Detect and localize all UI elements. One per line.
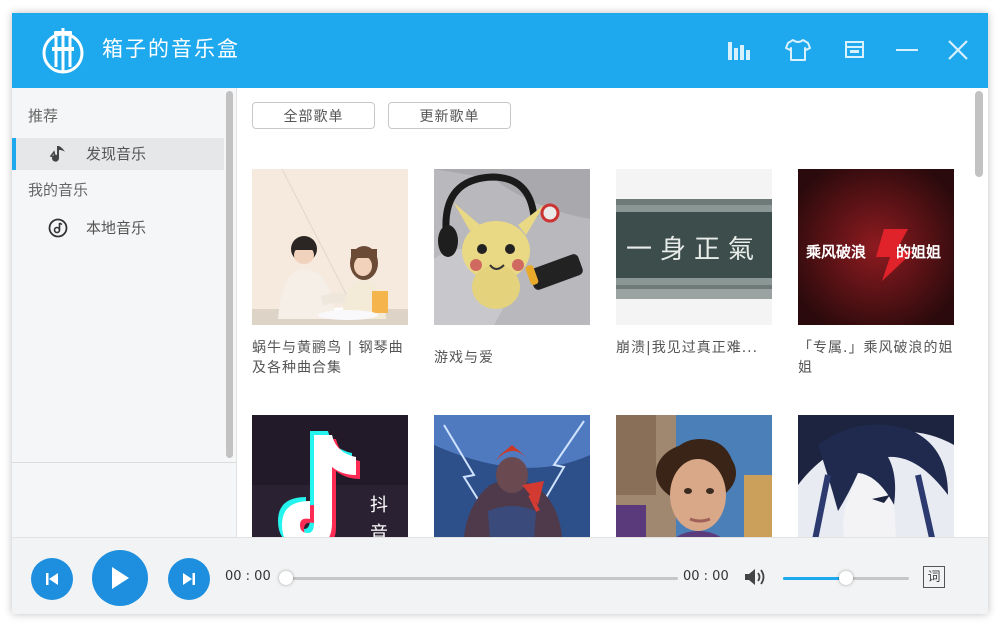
skip-previous-icon bbox=[46, 573, 58, 585]
playlist-cover bbox=[434, 415, 590, 537]
playlist-card[interactable]: 抖 音 bbox=[252, 415, 408, 537]
playlist-cover bbox=[616, 415, 772, 537]
playlist-title: 游戏与爱 bbox=[434, 350, 494, 366]
playlist-cover: 一身正氣 bbox=[616, 169, 772, 325]
douyin-text: 抖 bbox=[370, 495, 388, 516]
sidebar-item-discover-music[interactable]: 发现音乐 bbox=[12, 138, 224, 170]
sidebar-item-label: 本地音乐 bbox=[86, 219, 147, 237]
playlist-area: 全部歌单 更新歌单 蜗牛与黄鹂鸟 | 钢琴曲及各种曲合集 游戏与爱 一身正氣 崩… bbox=[238, 88, 988, 537]
playlist-card[interactable]: 一身正氣 崩溃|我见过真正难... bbox=[616, 169, 772, 378]
volume-button[interactable] bbox=[743, 566, 769, 588]
player-bar: 00 : 00 00 : 00 词 bbox=[12, 537, 988, 614]
playlist-title: 崩溃|我见过真正难... bbox=[616, 340, 759, 356]
updated-playlists-button[interactable]: 更新歌单 bbox=[388, 102, 511, 129]
equalizer-icon bbox=[728, 42, 750, 60]
equalizer-button[interactable] bbox=[725, 35, 755, 65]
current-time: 00 : 00 bbox=[225, 569, 271, 584]
minimize-restore-icon bbox=[845, 41, 864, 58]
show-logo-text: 乘风破浪 bbox=[805, 243, 866, 261]
disc-icon bbox=[48, 218, 68, 238]
play-icon bbox=[112, 567, 129, 589]
volume-handle[interactable] bbox=[839, 571, 853, 585]
main-scrollbar[interactable] bbox=[975, 91, 983, 177]
show-logo-text-b: 的姐姐 bbox=[896, 243, 941, 261]
playlist-cover bbox=[434, 169, 590, 325]
next-button[interactable] bbox=[168, 558, 210, 600]
sidebar-divider bbox=[12, 462, 236, 463]
playlist-card[interactable]: 游戏与爱 bbox=[434, 169, 590, 378]
progress-slider[interactable] bbox=[286, 577, 678, 580]
close-button[interactable] bbox=[943, 35, 973, 65]
skip-next-icon bbox=[183, 573, 195, 585]
mini-mode-button[interactable] bbox=[840, 35, 870, 65]
calligraphy-text: 一身正氣 bbox=[626, 235, 762, 265]
playlist-card[interactable] bbox=[616, 415, 772, 537]
playlist-cover bbox=[798, 415, 954, 537]
playlist-card[interactable]: 乘风破浪 的姐姐 「专属.」乘风破浪的姐姐 bbox=[798, 169, 954, 378]
playlist-cover: 抖 音 bbox=[252, 415, 408, 537]
app-title: 箱子的音乐盒 bbox=[102, 37, 240, 61]
music-box-logo-icon bbox=[40, 27, 86, 75]
playlist-card[interactable] bbox=[434, 415, 590, 537]
playlist-card[interactable] bbox=[798, 415, 954, 537]
total-time: 00 : 00 bbox=[683, 569, 729, 584]
section-recommend-heading: 推荐 bbox=[28, 107, 59, 125]
playlist-title: 「专属.」乘风破浪的姐姐 bbox=[798, 340, 954, 376]
sidebar-item-label: 发现音乐 bbox=[86, 145, 147, 163]
skin-icon bbox=[785, 39, 811, 61]
playlist-title: 蜗牛与黄鹂鸟 | 钢琴曲及各种曲合集 bbox=[252, 340, 404, 376]
title-bar[interactable]: 箱子的音乐盒 bbox=[12, 13, 988, 88]
app-window: 箱子的音乐盒 推荐 发现音乐 我的音乐 本地音乐 全部歌单 更新歌单 蜗牛与黄鹂… bbox=[12, 13, 988, 614]
music-note-icon bbox=[49, 146, 65, 162]
lyrics-button[interactable]: 词 bbox=[923, 566, 945, 588]
minimize-icon bbox=[896, 49, 918, 51]
progress-handle[interactable] bbox=[279, 571, 293, 585]
all-playlists-button[interactable]: 全部歌单 bbox=[252, 102, 375, 129]
playlist-card[interactable]: 蜗牛与黄鹂鸟 | 钢琴曲及各种曲合集 bbox=[252, 169, 408, 378]
skin-button[interactable] bbox=[783, 35, 813, 65]
playlist-cover: 乘风破浪 的姐姐 bbox=[798, 169, 954, 325]
volume-icon bbox=[745, 569, 765, 585]
previous-button[interactable] bbox=[31, 558, 73, 600]
douyin-text-b: 音 bbox=[370, 523, 388, 537]
close-icon bbox=[948, 40, 968, 60]
sidebar: 推荐 发现音乐 我的音乐 本地音乐 bbox=[12, 88, 237, 537]
playlist-cover bbox=[252, 169, 408, 325]
volume-fill bbox=[783, 577, 846, 580]
sidebar-scrollbar[interactable] bbox=[226, 91, 233, 458]
play-button[interactable] bbox=[92, 550, 148, 606]
sidebar-item-local-music[interactable]: 本地音乐 bbox=[12, 212, 224, 244]
section-my-music-heading: 我的音乐 bbox=[28, 181, 89, 199]
minimize-button[interactable] bbox=[892, 35, 922, 65]
